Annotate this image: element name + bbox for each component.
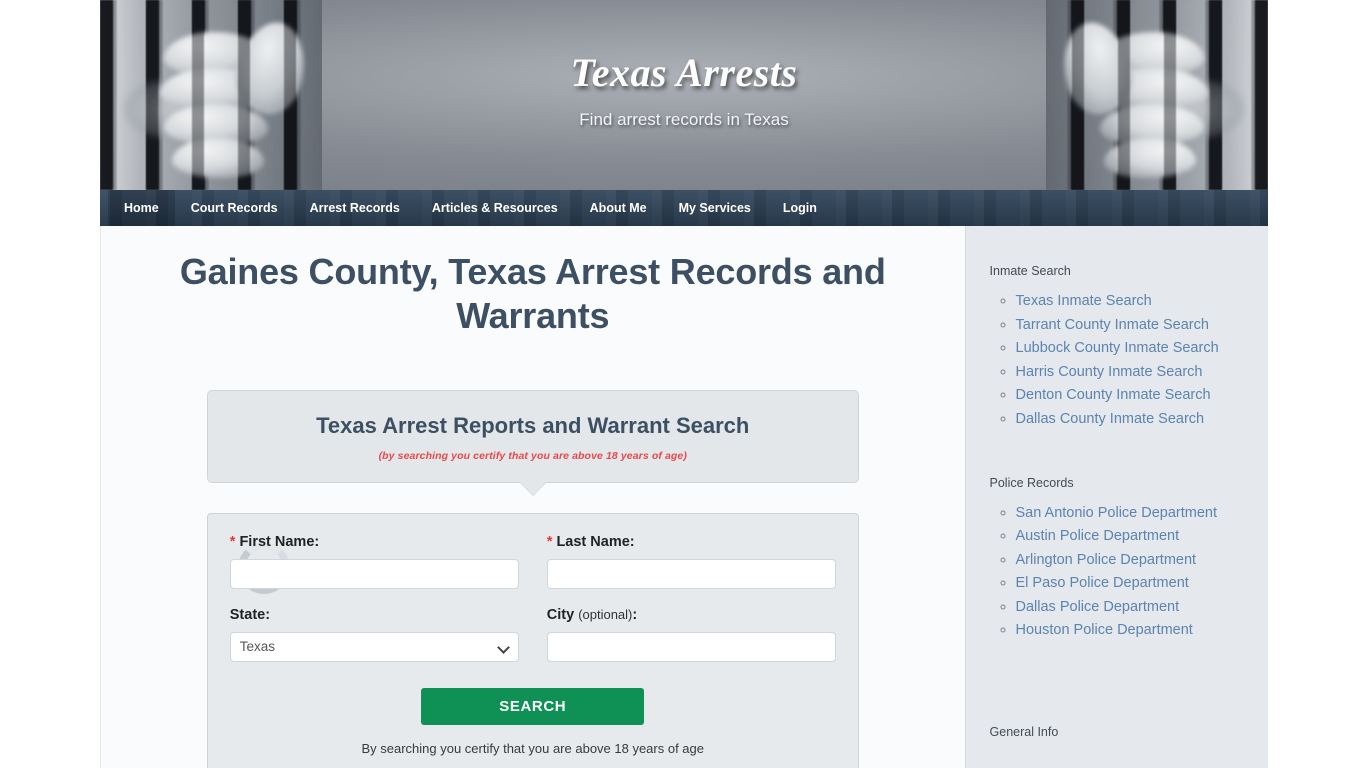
nav-item-home[interactable]: Home [108,190,175,226]
list-item: Houston Police Department [1016,621,1251,639]
last-name-label: * Last Name: [547,534,836,550]
sidebar-link[interactable]: Dallas County Inmate Search [1016,411,1205,427]
site-tagline: Find arrest records in Texas [579,110,789,129]
sidebar-widget-title: General Info [989,725,1059,739]
arrest-search-widget: Texas Arrest Reports and Warrant Search … [206,389,859,768]
sidebar-link[interactable]: Dallas Police Department [1016,599,1180,615]
sidebar-widget-title: Inmate Search [989,264,1071,278]
required-marker: * [229,533,236,550]
last-name-field-group: * Last Name: [546,534,836,589]
site-branding: Texas Arrests Find arrest records in Tex… [100,52,1268,130]
form-row-names: * First Name: * Last Name: [229,534,836,589]
sidebar-widget-general-info: General Info [966,725,1267,739]
sidebar-link[interactable]: Tarrant County Inmate Search [1016,317,1209,333]
nav-item-arrest-records[interactable]: Arrest Records [294,190,416,226]
pointer-notch-icon [519,481,546,495]
list-item: Denton County Inmate Search [1016,386,1251,404]
sidebar-link[interactable]: San Antonio Police Department [1016,505,1218,521]
list-item: El Paso Police Department [1016,574,1251,592]
sidebar-link[interactable]: Harris County Inmate Search [1016,364,1203,380]
city-optional-suffix: (optional) [578,606,633,622]
sidebar-link[interactable]: Houston Police Department [1016,622,1193,638]
state-field-group: State: Texas [229,606,519,662]
nav-item-login[interactable]: Login [767,190,833,226]
page-title: Gaines County, Texas Arrest Records and … [179,251,886,336]
submit-row: SEARCH [230,687,836,725]
nav-list: Home Court Records Arrest Records Articles … [100,190,1268,226]
search-footer-note: By searching you certify that you are ab… [361,740,705,756]
list-item: Austin Police Department [1016,527,1251,545]
sidebar-link-list: Texas Inmate Search Tarrant County Inmate… [990,292,1251,428]
site-title: Texas Arrests [570,50,798,95]
main-column: Gaines County, Texas Arrest Records and … [101,226,965,768]
list-item: Arlington Police Department [1016,551,1251,569]
nav-link-label[interactable]: Arrest Records [294,190,416,226]
sidebar-widget-inmate-search: Inmate Search Texas Inmate Search Tarrant … [966,264,1267,428]
last-name-label-text: Last Name: [556,533,635,550]
sidebar-widget-title: Police Records [989,475,1074,490]
state-select-wrapper: Texas [229,631,519,662]
sidebar-link[interactable]: Texas Inmate Search [1016,293,1152,309]
first-name-label-text: First Name: [239,533,320,550]
page-root: Texas Arrests Find arrest records in Tex… [0,0,1366,768]
list-item: Tarrant County Inmate Search [1016,316,1251,334]
nav-item-court-records[interactable]: Court Records [175,190,294,226]
main-navigation: Home Court Records Arrest Records Articles … [100,190,1268,226]
city-input[interactable] [546,631,836,662]
nav-link-label[interactable]: Court Records [175,190,294,226]
city-field-group: City (optional): [546,607,836,662]
city-label: City (optional): [547,607,836,623]
list-item: Harris County Inmate Search [1016,363,1251,381]
list-item: Dallas Police Department [1016,598,1251,616]
sidebar-link[interactable]: El Paso Police Department [1016,575,1189,591]
first-name-input[interactable] [229,558,519,589]
nav-link-label[interactable]: Articles & Resources [416,190,574,226]
sidebar-link-list: San Antonio Police Department Austin Poli… [990,504,1251,640]
age-certify-note: (by searching you certify that you are a… [378,449,687,462]
nav-link-label[interactable]: About Me [574,190,663,226]
form-row-location: State: Texas City (optional): [229,606,836,662]
nav-item-articles-resources[interactable]: Articles & Resources [416,190,574,226]
first-name-label: * First Name: [230,534,519,550]
last-name-input[interactable] [546,558,836,589]
site-container: Texas Arrests Find arrest records in Tex… [100,0,1268,768]
state-label: State: [229,606,271,623]
content-wrapper: Gaines County, Texas Arrest Records and … [100,226,1268,768]
search-widget-header: Texas Arrest Reports and Warrant Search … [206,389,859,495]
nav-item-my-services[interactable]: My Services [663,190,767,226]
list-item: Lubbock County Inmate Search [1016,339,1251,357]
sidebar-link[interactable]: Austin Police Department [1016,528,1180,544]
list-item: Dallas County Inmate Search [1016,410,1251,428]
nav-link-label[interactable]: My Services [663,190,767,226]
search-widget-heading: Texas Arrest Reports and Warrant Search [316,412,750,438]
state-select[interactable]: Texas [229,631,519,662]
nav-link-label[interactable]: Home [108,190,175,226]
list-item: San Antonio Police Department [1016,504,1251,522]
city-colon: : [632,606,638,623]
site-masthead: Texas Arrests Find arrest records in Tex… [100,0,1268,190]
list-item: Texas Inmate Search [1016,292,1251,310]
nav-link-label[interactable]: Login [767,190,833,226]
sidebar-widget-police-records: Police Records San Antonio Police Departm… [966,476,1267,640]
sidebar-link[interactable]: Denton County Inmate Search [1016,387,1211,403]
sidebar: Inmate Search Texas Inmate Search Tarrant … [964,226,1267,768]
arrest-search-form: * First Name: * Last Name: State: Texas … [206,512,859,768]
nav-item-about-me[interactable]: About Me [574,190,663,226]
sidebar-link[interactable]: Arlington Police Department [1016,552,1197,568]
city-label-text: City [546,606,575,623]
first-name-field-group: * First Name: [229,534,519,589]
search-button[interactable]: SEARCH [421,687,645,725]
sidebar-link[interactable]: Lubbock County Inmate Search [1016,340,1219,356]
required-marker: * [546,533,553,550]
